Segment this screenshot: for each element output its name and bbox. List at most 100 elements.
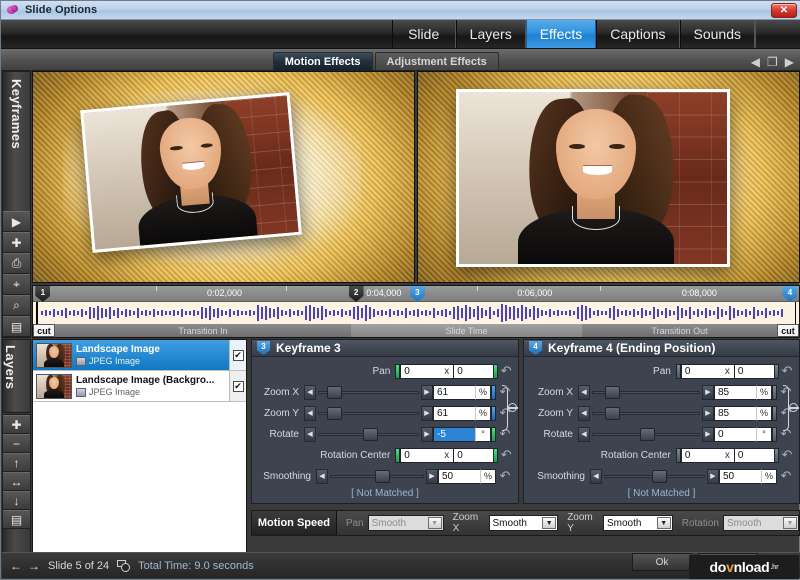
rotate-knob[interactable] xyxy=(363,428,378,441)
zoomx-increment-icon[interactable]: ▶ xyxy=(421,385,433,400)
keyframe-marker-4[interactable]: 4 xyxy=(782,286,797,302)
smoothing-slider[interactable]: ◀ ▶ xyxy=(590,469,719,484)
pan-fields[interactable]: 0 x 0 xyxy=(676,364,779,379)
rotation-center-reset-icon[interactable]: ↶ xyxy=(779,447,795,463)
zoomx-slider[interactable]: ◀ ▶ xyxy=(304,385,433,400)
smoothing-track[interactable] xyxy=(602,469,707,484)
zoomy-value-group[interactable]: 61 % xyxy=(433,406,496,421)
zoomx-track[interactable] xyxy=(590,385,702,400)
tab-effects[interactable]: Effects xyxy=(526,20,597,48)
zoomy-knob[interactable] xyxy=(327,407,342,420)
keyframe-marker-3[interactable]: 3 xyxy=(410,286,425,302)
layer-row-2[interactable]: Landscape Image (Backgro... JPEG Image 2… xyxy=(33,371,246,402)
tab-captions[interactable]: Captions xyxy=(596,20,679,48)
smoothing-decrement-icon[interactable]: ◀ xyxy=(316,469,328,484)
close-icon[interactable]: ✕ xyxy=(771,3,797,18)
zoom-to-keyframe-icon[interactable]: ⌖ xyxy=(3,274,30,295)
pan-x-input[interactable]: 0 xyxy=(681,364,721,379)
audio-waveform[interactable] xyxy=(33,302,799,324)
layer-visibility-checkbox[interactable]: ✔ xyxy=(233,381,244,392)
pan-fields[interactable]: 0 x 0 xyxy=(395,364,498,379)
chevron-down-icon[interactable]: ▼ xyxy=(783,517,797,529)
zoom-in-icon[interactable]: ⌕ xyxy=(3,295,30,316)
rotation-center-y-input[interactable]: 0 xyxy=(734,448,774,463)
zoomy-track[interactable] xyxy=(590,406,702,421)
zoomx-knob[interactable] xyxy=(605,386,620,399)
segment-transition-in[interactable]: Transition In xyxy=(55,324,351,337)
move-layer-up-icon[interactable]: ↑ xyxy=(3,453,30,472)
motion-speed-zoomy-select[interactable]: Smooth▼ xyxy=(603,515,673,531)
pan-x-input[interactable]: 0 xyxy=(400,364,440,379)
zoomx-slider[interactable]: ◀ ▶ xyxy=(578,385,714,400)
zoomx-knob[interactable] xyxy=(327,386,342,399)
preview-start-frame[interactable] xyxy=(32,71,415,283)
move-layer-horizontal-icon[interactable]: ↔ xyxy=(3,472,30,491)
rotate-value-group[interactable]: 0 ° xyxy=(714,427,777,442)
zoomx-value-group[interactable]: 85 % xyxy=(714,385,777,400)
chevron-down-icon[interactable]: ▼ xyxy=(542,517,556,529)
pan-reset-icon[interactable]: ↶ xyxy=(779,363,795,379)
copy-keyframe-icon[interactable]: ⎙ xyxy=(3,253,30,274)
move-layer-down-icon[interactable]: ↓ xyxy=(3,491,30,510)
zoomy-input[interactable]: 61 xyxy=(433,406,475,421)
rotation-center-fields[interactable]: 0 x 0 xyxy=(395,448,498,463)
rotate-increment-icon[interactable]: ▶ xyxy=(421,427,433,442)
zoomy-value-group[interactable]: 85 % xyxy=(714,406,777,421)
next-slide-icon[interactable]: → xyxy=(28,559,40,573)
rotation-center-reset-icon[interactable]: ↶ xyxy=(498,447,514,463)
keyframe-marker-2[interactable]: 2 xyxy=(349,286,364,302)
rotate-value-group[interactable]: -5 ° xyxy=(433,427,496,442)
zoomx-decrement-icon[interactable]: ◀ xyxy=(304,385,316,400)
zoomx-input[interactable]: 61 xyxy=(433,385,475,400)
motion-speed-zoomx-select[interactable]: Smooth▼ xyxy=(489,515,559,531)
smoothing-track[interactable] xyxy=(328,469,426,484)
rotation-center-x-input[interactable]: 0 xyxy=(400,448,440,463)
ok-button[interactable]: Ok xyxy=(632,553,692,571)
zoomy-decrement-icon[interactable]: ◀ xyxy=(578,406,590,421)
zoomx-input[interactable]: 85 xyxy=(714,385,756,400)
next-arrow-icon[interactable]: ▶ xyxy=(785,56,794,68)
smoothing-input[interactable]: 50 xyxy=(438,469,480,484)
rotate-slider[interactable]: ◀ ▶ xyxy=(304,427,433,442)
rotate-decrement-icon[interactable]: ◀ xyxy=(578,427,590,442)
tab-sounds[interactable]: Sounds xyxy=(680,20,755,48)
zoomx-increment-icon[interactable]: ▶ xyxy=(702,385,714,400)
pan-reset-icon[interactable]: ↶ xyxy=(498,363,514,379)
zoomy-increment-icon[interactable]: ▶ xyxy=(702,406,714,421)
add-layer-icon[interactable]: ✚ xyxy=(3,415,30,434)
prev-arrow-icon[interactable]: ◀ xyxy=(751,56,760,68)
playhead-end[interactable] xyxy=(795,302,797,324)
smoothing-slider[interactable]: ◀ ▶ xyxy=(316,469,438,484)
segment-transition-out[interactable]: Transition Out xyxy=(582,324,777,337)
rotate-track[interactable] xyxy=(316,427,421,442)
smoothing-reset-icon[interactable]: ↶ xyxy=(777,468,795,484)
rotation-center-fields[interactable]: 0 x 0 xyxy=(676,448,779,463)
rotate-input[interactable]: 0 xyxy=(714,427,756,442)
zoom-link-icon[interactable] xyxy=(783,385,797,431)
zoomy-track[interactable] xyxy=(316,406,421,421)
chevron-down-icon[interactable]: ▼ xyxy=(657,517,671,529)
zoomx-value-group[interactable]: 61 % xyxy=(433,385,496,400)
zoomy-increment-icon[interactable]: ▶ xyxy=(421,406,433,421)
smoothing-reset-icon[interactable]: ↶ xyxy=(496,468,514,484)
zoomx-decrement-icon[interactable]: ◀ xyxy=(578,385,590,400)
timeline[interactable]: 0:02,000 0:04,000 0:06,000 0:08,000 1 2 … xyxy=(32,285,800,338)
segment-slide-time[interactable]: Slide Time xyxy=(351,324,582,337)
tab-layers[interactable]: Layers xyxy=(456,20,526,48)
zoomy-input[interactable]: 85 xyxy=(714,406,756,421)
pan-y-input[interactable]: 0 xyxy=(734,364,774,379)
zoomy-decrement-icon[interactable]: ◀ xyxy=(304,406,316,421)
rotation-center-x-input[interactable]: 0 xyxy=(681,448,721,463)
layer-visibility-cell[interactable]: ✔ xyxy=(229,371,246,401)
smoothing-knob[interactable] xyxy=(375,470,390,483)
pan-y-input[interactable]: 0 xyxy=(453,364,493,379)
previous-slide-icon[interactable]: ← xyxy=(10,559,22,573)
rotation-center-y-input[interactable]: 0 xyxy=(453,448,493,463)
preview-end-frame[interactable] xyxy=(417,71,800,283)
keyframe-list-icon[interactable]: ▤ xyxy=(3,316,30,337)
remove-layer-icon[interactable]: − xyxy=(3,434,30,453)
zoom-link-icon[interactable] xyxy=(502,385,516,431)
zoomx-track[interactable] xyxy=(316,385,421,400)
rotate-slider[interactable]: ◀ ▶ xyxy=(578,427,714,442)
zoomy-slider[interactable]: ◀ ▶ xyxy=(578,406,714,421)
